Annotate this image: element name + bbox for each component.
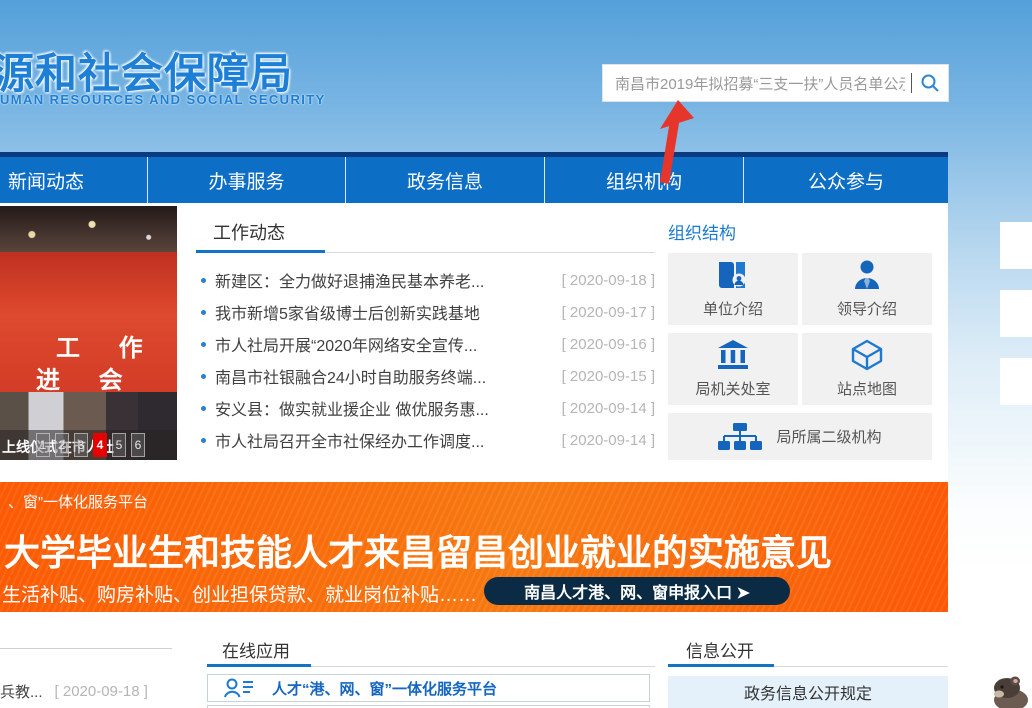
content-panel: 工 作 进 会 上线仪式在市人社 1 2 3 4 5 6 工作动态: [0, 203, 948, 708]
slide-text-line1: 工 作: [56, 328, 159, 363]
news-list: 新建区：全力做好退捕渔民基本养老... [ 2020-09-18 ] 我市新增5…: [196, 264, 655, 456]
pager-item-2[interactable]: 2: [55, 433, 69, 457]
info-public-item[interactable]: 政务信息公开规定: [668, 676, 948, 708]
carousel-stage-lights: [0, 206, 177, 252]
floating-widget-3[interactable]: [1000, 358, 1032, 405]
carousel-pager: 1 2 3 4 5 6: [36, 433, 145, 457]
news-row[interactable]: 安义县：做实就业援企业 做优服务惠... [ 2020-09-14 ]: [196, 392, 655, 424]
pager-item-5[interactable]: 5: [112, 433, 126, 457]
contact-card-icon: [224, 678, 254, 698]
cube-icon: [850, 339, 884, 371]
person-icon: [852, 259, 882, 291]
bullet-icon: [201, 310, 206, 315]
news-row[interactable]: 我市新增5家省级博士后创新实践基地 [ 2020-09-17 ]: [196, 296, 655, 328]
news-row[interactable]: 市人社局开展“2020年网络安全宣传... [ 2020-09-16 ]: [196, 328, 655, 360]
card-label: 局机关处室: [695, 378, 770, 399]
card-label: 单位介绍: [703, 298, 763, 319]
pager-item-4-active[interactable]: 4: [93, 433, 107, 457]
card-label: 站点地图: [837, 378, 897, 399]
card-label: 领导介绍: [837, 298, 897, 319]
news-date: [ 2020-09-15 ]: [562, 368, 655, 385]
info-public-title: 信息公开: [686, 637, 754, 662]
pager-item-6[interactable]: 6: [131, 433, 145, 457]
nav-item-participation[interactable]: 公众参与: [744, 157, 948, 203]
bullet-icon: [201, 406, 206, 411]
bullet-icon: [201, 278, 206, 283]
card-leader-intro[interactable]: 领导介绍: [802, 253, 932, 325]
online-apps-underline: [207, 664, 311, 667]
carousel[interactable]: 工 作 进 会 上线仪式在市人社 1 2 3 4 5 6: [0, 206, 177, 460]
news-date: [ 2020-09-18 ]: [562, 272, 655, 289]
card-subordinate-institutions[interactable]: 局所属二级机构: [668, 413, 932, 460]
news-link[interactable]: 市人社局开展“2020年网络安全宣传...: [215, 332, 562, 356]
news-link[interactable]: 市人社局召开全市社保经办工作调度...: [215, 428, 562, 452]
bullet-icon: [201, 374, 206, 379]
org-structure-title: 组织结构: [668, 219, 736, 244]
carousel-slide-image: 工 作 进 会: [0, 252, 177, 392]
bottom-left-news-title[interactable]: 兵教...: [0, 681, 43, 702]
news-row[interactable]: 南昌市社银融合24小时自助服务终端... [ 2020-09-15 ]: [196, 360, 655, 392]
carousel-caption-bar: 上线仪式在市人社 1 2 3 4 5 6: [0, 430, 177, 460]
news-date: [ 2020-09-16 ]: [562, 336, 655, 353]
banner-apply-button[interactable]: 南昌人才港、网、窗申报入口 ➤: [484, 577, 790, 605]
banner-subtext: 生活补贴、购房补贴、创业担保贷款、就业岗位补贴……: [2, 580, 477, 607]
news-link[interactable]: 南昌市社银融合24小时自助服务终端...: [215, 364, 562, 388]
book-icon: [715, 259, 751, 291]
online-app-label[interactable]: 人才“港、网、窗”一体化服务平台: [272, 678, 497, 699]
tab-work-news[interactable]: 工作动态: [213, 219, 285, 245]
card-unit-intro[interactable]: 单位介绍: [668, 253, 798, 325]
news-date: [ 2020-09-14 ]: [562, 400, 655, 417]
pager-item-3[interactable]: 3: [74, 433, 88, 457]
bullet-icon: [201, 438, 206, 443]
corner-animal-photo: [985, 670, 1032, 708]
bank-icon: [716, 339, 750, 371]
bottom-left-news-date: [ 2020-09-18 ]: [55, 683, 148, 700]
search-box: [602, 64, 949, 102]
search-input[interactable]: [603, 75, 911, 92]
news-date: [ 2020-09-14 ]: [562, 432, 655, 449]
card-bureau-offices[interactable]: 局机关处室: [668, 333, 798, 405]
promo-banner[interactable]: 、窗”一体化服务平台 大学毕业生和技能人才来昌留昌创业就业的实施意见 生活补贴、…: [0, 482, 948, 612]
news-row[interactable]: 新建区：全力做好退捕渔民基本养老... [ 2020-09-18 ]: [196, 264, 655, 296]
news-row[interactable]: 市人社局召开全市社保经办工作调度... [ 2020-09-14 ]: [196, 424, 655, 456]
search-icon: [920, 73, 940, 93]
search-button[interactable]: [912, 65, 948, 101]
nav-item-news[interactable]: 新闻动态: [0, 157, 148, 203]
online-apps-title: 在线应用: [222, 637, 290, 662]
news-date: [ 2020-09-17 ]: [562, 304, 655, 321]
card-site-map[interactable]: 站点地图: [802, 333, 932, 405]
bottom-left-news-row[interactable]: 兵教... [ 2020-09-18 ]: [0, 681, 172, 702]
floating-widget-2[interactable]: [1000, 290, 1032, 337]
news-tab-underline: [196, 250, 325, 253]
pager-item-1[interactable]: 1: [36, 433, 50, 457]
floating-widget-1[interactable]: [1000, 222, 1032, 269]
main-nav: 新闻动态 办事服务 政务信息 组织机构 公众参与: [0, 157, 948, 203]
info-public-underline: [668, 664, 774, 667]
nav-item-gov-info[interactable]: 政务信息: [346, 157, 545, 203]
banner-headline: 大学毕业生和技能人才来昌留昌创业就业的实施意见: [4, 524, 832, 576]
banner-top-text: 、窗”一体化服务平台: [8, 491, 148, 512]
bottom-left-divider: [0, 648, 172, 649]
bullet-icon: [201, 342, 206, 347]
nav-item-services[interactable]: 办事服务: [148, 157, 346, 203]
card-label: 局所属二级机构: [776, 426, 881, 447]
page: 源和社会保障局 UMAN RESOURCES AND SOCIAL SECURI…: [0, 0, 1032, 708]
red-arrow-annotation: [640, 98, 696, 188]
orgchart-icon: [718, 422, 762, 452]
slide-text-line2: 进 会: [36, 360, 139, 395]
site-logo-subtitle: UMAN RESOURCES AND SOCIAL SECURITY: [0, 92, 326, 107]
news-link[interactable]: 新建区：全力做好退捕渔民基本养老...: [215, 268, 562, 292]
news-link[interactable]: 安义县：做实就业援企业 做优服务惠...: [215, 396, 562, 420]
news-link[interactable]: 我市新增5家省级博士后创新实践基地: [215, 300, 562, 324]
online-app-item[interactable]: 人才“港、网、窗”一体化服务平台: [207, 674, 650, 702]
